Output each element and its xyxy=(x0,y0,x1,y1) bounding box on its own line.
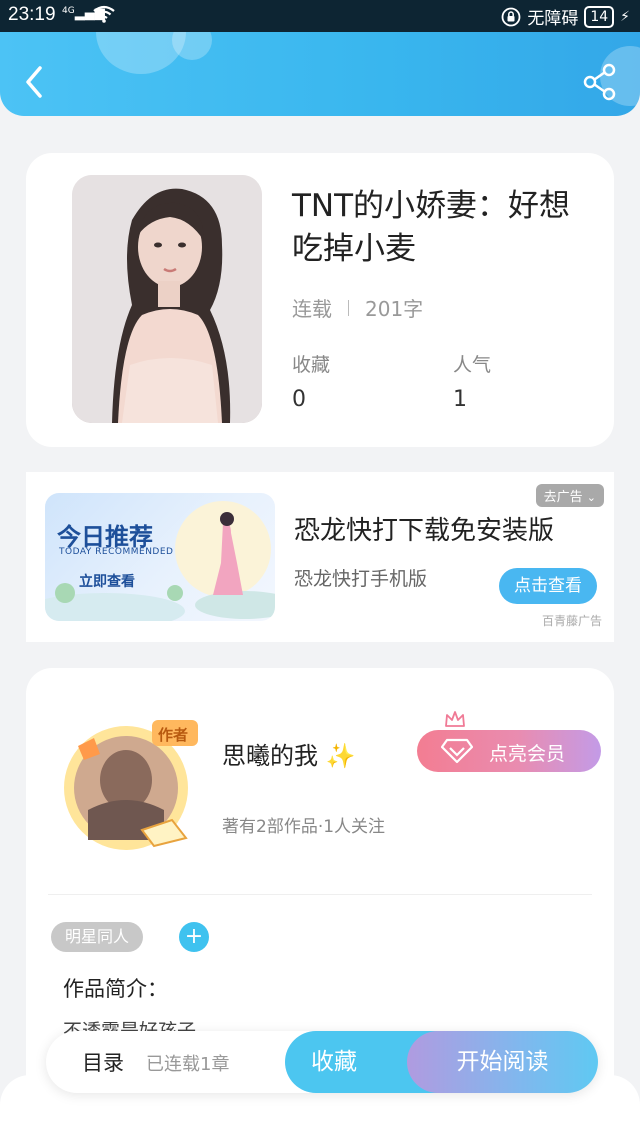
lock-icon xyxy=(501,7,521,26)
favorites-value: 0 xyxy=(292,387,306,412)
back-button[interactable] xyxy=(20,62,52,102)
charging-icon: ⚡ xyxy=(620,8,630,25)
vip-button[interactable]: 点亮会员 xyxy=(417,730,601,772)
crown-icon xyxy=(445,711,465,727)
book-status: 连载 xyxy=(292,297,332,321)
author-name: 思曦的我 ✨ xyxy=(222,736,356,771)
ad-illustration xyxy=(45,501,275,621)
book-word-count: 201字 xyxy=(365,297,424,321)
toc-button[interactable]: 目录 xyxy=(82,1047,124,1077)
ad-title: 恐龙快打下载免安装版 xyxy=(294,516,555,546)
ad-image[interactable]: 今日推荐 TODAY RECOMMENDED 立即查看 xyxy=(45,493,275,621)
header: 23:19 4G▂▄▆ 无障碍 14 ⚡ xyxy=(0,0,640,116)
popularity-value: 1 xyxy=(453,387,467,412)
ad-banner[interactable]: 今日推荐 TODAY RECOMMENDED 立即查看 去广告 ⌄ 恐龙快打下载… xyxy=(26,472,614,642)
book-title: TNT的小娇妻：好想吃掉小麦 xyxy=(292,188,571,267)
author-name-text: 思曦的我 xyxy=(222,742,318,770)
cover-portrait xyxy=(72,175,262,423)
status-time: 23:19 xyxy=(8,4,56,25)
battery-icon: 14 xyxy=(584,5,615,28)
vip-button-label: 点亮会员 xyxy=(489,743,566,765)
tag-item[interactable]: 明星同人 xyxy=(51,922,144,952)
meta-divider xyxy=(348,299,349,316)
author-badge: 作者 xyxy=(158,726,189,744)
divider xyxy=(48,894,592,895)
ad-image-cta: 立即查看 xyxy=(79,574,135,590)
wifi-icon xyxy=(92,4,116,29)
ad-source: 百青藤广告 xyxy=(541,614,602,628)
remove-ad-button[interactable]: 去广告 ⌄ xyxy=(535,484,604,507)
diamond-icon xyxy=(441,738,473,764)
popularity-label: 人气 xyxy=(453,354,492,376)
status-right: 无障碍 14 ⚡ xyxy=(501,4,630,29)
book-cover[interactable] xyxy=(72,175,262,423)
status-bar: 23:19 4G▂▄▆ 无障碍 14 ⚡ xyxy=(0,0,640,32)
accessibility-label: 无障碍 xyxy=(527,9,579,29)
ad-view-button[interactable]: 点击查看 xyxy=(499,568,597,604)
battery-level: 14 xyxy=(590,8,609,25)
share-icon xyxy=(583,63,616,101)
favorites-label: 收藏 xyxy=(292,354,331,376)
bottom-action-bar: 目录 已连载1章 收藏 开始阅读 xyxy=(46,1031,598,1093)
author-avatar[interactable]: 作者 xyxy=(48,710,212,860)
sparkle-icon: ✨ xyxy=(325,742,356,770)
book-info-card: TNT的小娇妻：好想吃掉小麦 连载 201字 收藏 0 人气 1 xyxy=(26,153,614,447)
start-reading-button[interactable]: 开始阅读 xyxy=(407,1031,598,1093)
author-stats: 著有2部作品·1人关注 xyxy=(222,817,386,837)
ad-subtitle: 恐龙快打手机版 xyxy=(294,568,428,590)
back-icon xyxy=(26,66,42,98)
book-meta: 连载 201字 xyxy=(292,293,423,322)
intro-label: 作品简介： xyxy=(63,977,168,1001)
add-tag-button[interactable]: + xyxy=(179,922,209,952)
chapter-count: 已连载1章 xyxy=(146,1054,230,1075)
share-button[interactable] xyxy=(582,62,618,102)
chevron-down-icon: ⌄ xyxy=(586,491,596,504)
ad-image-subtitle: TODAY RECOMMENDED xyxy=(59,547,174,557)
remove-ad-label: 去广告 xyxy=(543,490,583,505)
network-type: 4G xyxy=(62,6,75,16)
